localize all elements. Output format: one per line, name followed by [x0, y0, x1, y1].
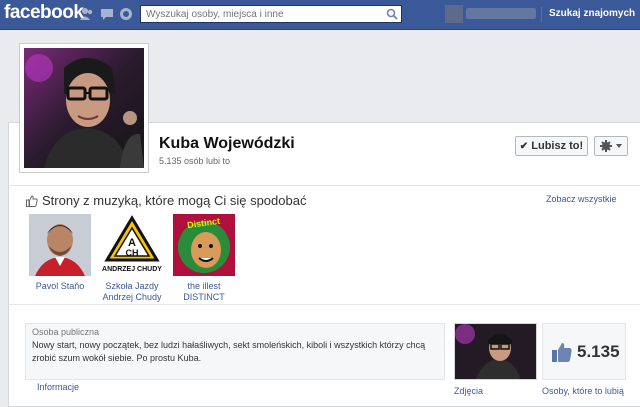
photos-thumbnail[interactable]	[454, 323, 537, 380]
recommended-page-image[interactable]: A CH ANDRZEJ CHUDY	[101, 214, 163, 276]
recommended-page-card[interactable]: Pavol Staňo	[19, 214, 101, 292]
divider	[8, 304, 640, 305]
user-avatar[interactable]	[445, 5, 463, 23]
facebook-logo[interactable]: facebook	[4, 2, 84, 24]
search-box[interactable]	[140, 5, 402, 23]
driving-school-logo: A CH ANDRZEJ CHUDY	[101, 214, 163, 276]
recommended-page-image[interactable]: Distinct	[173, 214, 235, 276]
likes-summary[interactable]: 5.135 osób lubi to	[159, 156, 230, 166]
find-friends-link[interactable]: Szukaj znajomych	[549, 8, 635, 19]
notifications-icon[interactable]	[119, 7, 133, 21]
photos-link[interactable]: Zdjęcia	[454, 386, 483, 396]
friend-requests-icon[interactable]	[80, 7, 94, 21]
page-description: Nowy start, nowy początek, bez ludzi hał…	[32, 340, 426, 363]
chevron-down-icon	[616, 144, 622, 148]
profile-photo	[24, 48, 144, 168]
search-icon[interactable]	[386, 8, 398, 20]
settings-menu-button[interactable]	[594, 136, 628, 156]
photo-preview	[455, 324, 536, 379]
recommendations-title: Strony z muzyką, które mogą Ci się spodo…	[42, 193, 307, 208]
divider	[8, 185, 640, 186]
thumbs-up-icon	[552, 342, 572, 362]
svg-text:CH: CH	[126, 248, 139, 258]
recommendations-heading: Strony z muzyką, które mogą Ci się spodo…	[26, 193, 306, 208]
recommended-page-name[interactable]: Szkoła Jazdy Andrzej Chudy	[91, 281, 173, 303]
svg-text:ANDRZEJ CHUDY: ANDRZEJ CHUDY	[102, 266, 162, 273]
about-box: Osoba publiczna Nowy start, nowy począte…	[25, 323, 445, 380]
thumbs-up-icon	[26, 195, 38, 207]
check-icon: ✔	[519, 141, 529, 152]
likes-link[interactable]: Osoby, które to lubią	[542, 386, 624, 396]
search-input[interactable]	[141, 6, 382, 22]
profile-picture[interactable]	[19, 43, 149, 173]
recommended-page-name[interactable]: Pavol Staňo	[19, 281, 101, 292]
info-tab-link[interactable]: Informacje	[37, 382, 79, 392]
liked-button-label: Lubisz to!	[531, 140, 584, 152]
recommended-page-card[interactable]: A CH ANDRZEJ CHUDY Szkoła Jazdy Andrzej …	[91, 214, 173, 303]
page-category[interactable]: Osoba publiczna	[32, 327, 438, 337]
distinct-logo: Distinct	[173, 214, 235, 276]
messages-icon[interactable]	[100, 7, 114, 21]
likes-number: 5.135	[577, 342, 620, 361]
recommended-page-name[interactable]: the illest DISTINCT	[163, 281, 245, 303]
user-name-blurred[interactable]	[466, 8, 536, 19]
top-navigation-bar: facebook Szukaj znajomych	[0, 0, 640, 30]
player-photo	[29, 214, 91, 276]
page-title: Kuba Wojewódzki	[159, 135, 295, 152]
divider	[541, 7, 542, 22]
recommended-page-image[interactable]	[29, 214, 91, 276]
recommended-page-card[interactable]: Distinct the illest DISTINCT	[163, 214, 245, 303]
see-all-link[interactable]: Zobacz wszystkie	[546, 194, 617, 204]
likes-stat-box[interactable]: 5.135	[542, 323, 626, 380]
gear-icon	[600, 140, 622, 152]
liked-button[interactable]: ✔ Lubisz to!	[515, 136, 588, 156]
